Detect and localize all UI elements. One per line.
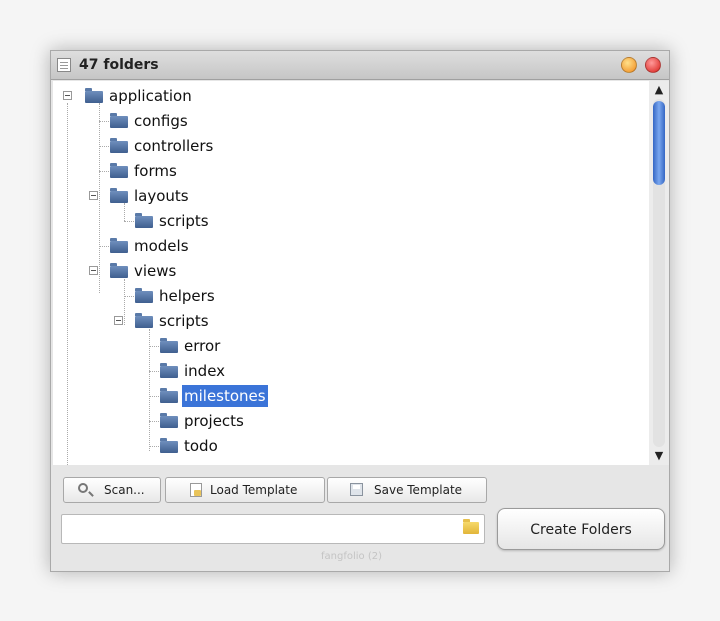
folder-icon [110, 163, 128, 178]
tree-item-label: milestones [182, 385, 268, 407]
save-icon [350, 483, 363, 496]
tree-connector [149, 346, 159, 347]
load-template-label: Load Template [210, 483, 298, 497]
folder-tree: application configs controllers forms la… [53, 81, 649, 465]
folder-icon [160, 413, 178, 428]
tree-item[interactable]: configs [53, 110, 643, 132]
document-icon [190, 483, 202, 497]
save-template-button[interactable]: Save Template [327, 477, 487, 503]
scroll-thumb[interactable] [653, 101, 665, 185]
horizontal-scrollbar[interactable] [53, 465, 649, 469]
folder-icon [110, 138, 128, 153]
folder-icon [110, 238, 128, 253]
tree-item-label: scripts [159, 212, 209, 230]
folder-icon [135, 288, 153, 303]
tree-item-label: models [134, 237, 189, 255]
collapse-toggle-icon[interactable] [63, 91, 72, 100]
tree-item[interactable]: index [53, 360, 643, 382]
scroll-track[interactable] [653, 99, 665, 447]
tree-item[interactable]: layouts [53, 185, 643, 207]
folder-icon [85, 88, 103, 103]
tree-connector [149, 371, 159, 372]
tree-item-label: forms [134, 162, 177, 180]
tree-item-label: layouts [134, 187, 189, 205]
collapse-toggle-icon[interactable] [89, 266, 98, 275]
tree-connector [149, 421, 159, 422]
tree-item[interactable]: scripts [53, 210, 643, 232]
tree-item-label: scripts [159, 312, 209, 330]
scan-button-label: Scan... [104, 483, 145, 497]
scan-button[interactable]: Scan... [63, 477, 161, 503]
scroll-down-arrow-icon[interactable]: ▼ [652, 449, 666, 463]
tree-connector [149, 396, 159, 397]
tree-item-label: views [134, 262, 177, 280]
tree-connector [124, 296, 134, 297]
tree-item[interactable]: todo [53, 435, 643, 457]
folder-icon [160, 363, 178, 378]
tree-item[interactable]: projects [53, 410, 643, 432]
folder-icon [110, 263, 128, 278]
app-window: 47 folders application configs controlle… [50, 50, 670, 572]
tree-item[interactable]: scripts [53, 310, 643, 332]
tree-item[interactable]: application [53, 85, 643, 107]
tree-item-selected[interactable]: milestones [53, 385, 643, 407]
tree-item-label: application [109, 87, 192, 105]
create-folders-button[interactable]: Create Folders [497, 508, 665, 550]
tree-item[interactable]: forms [53, 160, 643, 182]
folder-icon [160, 388, 178, 403]
target-path-input[interactable] [61, 514, 485, 544]
tree-connector [149, 446, 159, 447]
folder-icon [135, 313, 153, 328]
tree-connector [124, 221, 134, 222]
folder-icon [135, 213, 153, 228]
tree-item-label: todo [184, 437, 218, 455]
browse-folder-icon[interactable] [463, 519, 479, 534]
tree-item-label: error [184, 337, 221, 355]
collapse-toggle-icon[interactable] [89, 191, 98, 200]
tree-item[interactable]: controllers [53, 135, 643, 157]
title-bar: 47 folders [51, 51, 669, 80]
tree-item[interactable]: helpers [53, 285, 643, 307]
app-icon [57, 58, 71, 72]
tree-connector [99, 171, 109, 172]
tree-connector [99, 146, 109, 147]
tree-item-label: index [184, 362, 226, 380]
folder-icon [110, 113, 128, 128]
tree-connector [99, 121, 109, 122]
window-title: 47 folders [79, 57, 159, 73]
tree-item-label: configs [134, 112, 188, 130]
tree-item-label: helpers [159, 287, 215, 305]
magnifier-icon [78, 483, 88, 493]
tree-connector [99, 246, 109, 247]
tree-item-label: projects [184, 412, 244, 430]
tree-item[interactable]: models [53, 235, 643, 257]
collapse-toggle-icon[interactable] [114, 316, 123, 325]
folder-icon [110, 188, 128, 203]
folder-icon [160, 438, 178, 453]
save-template-label: Save Template [374, 483, 463, 497]
close-button[interactable] [645, 57, 661, 73]
scroll-up-arrow-icon[interactable]: ▲ [652, 83, 666, 97]
folder-icon [160, 338, 178, 353]
tree-item[interactable]: views [53, 260, 643, 282]
tree-item-label: controllers [134, 137, 214, 155]
tree-item[interactable]: error [53, 335, 643, 357]
vertical-scrollbar[interactable]: ▲ ▼ [649, 81, 669, 465]
status-text: fangfolio (2) [321, 551, 382, 562]
load-template-button[interactable]: Load Template [165, 477, 325, 503]
minimize-button[interactable] [621, 57, 637, 73]
